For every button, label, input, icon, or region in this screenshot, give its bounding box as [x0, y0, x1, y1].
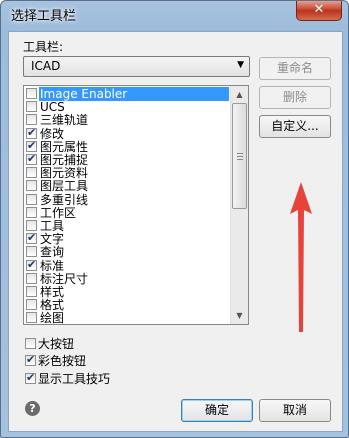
toolbar-checkbox[interactable] — [26, 193, 37, 205]
toolbar-checkbox[interactable] — [26, 272, 37, 284]
checkmark-icon: ✔ — [27, 231, 37, 245]
toolbar-checkbox[interactable] — [26, 206, 37, 218]
scroll-thumb[interactable] — [232, 103, 247, 209]
toolbar-name: 文字 — [40, 232, 65, 247]
toolbar-list-item[interactable]: 工作区 — [24, 206, 229, 220]
toolbar-name: 标准 — [40, 258, 65, 273]
toolbar-name: Image Enabler — [39, 87, 229, 101]
toolbar-list-item[interactable]: 标注尺寸 — [24, 272, 229, 286]
show-tooltips-checkbox[interactable]: ✔ — [25, 371, 36, 384]
toolbar-checkbox[interactable] — [26, 312, 37, 324]
toolbar-list-item[interactable]: 格式 — [24, 298, 229, 312]
close-icon: ✕ — [313, 2, 325, 17]
list-scrollbar[interactable]: ▲ ▼ — [230, 86, 248, 324]
toolbar-checkbox[interactable] — [26, 101, 37, 113]
toolbar-list-item[interactable]: 绘图 — [24, 311, 229, 325]
toolbar-list-item[interactable]: 样式 — [24, 285, 229, 299]
toolbar-list-item[interactable]: 图元资料 — [24, 166, 229, 180]
menu-group-value: ICAD — [31, 59, 61, 73]
color-buttons-checkbox[interactable]: ✔ — [25, 353, 36, 366]
toolbar-checkbox[interactable] — [26, 299, 37, 311]
show-tooltips-option[interactable]: ✔ 显示工具技巧 — [23, 371, 143, 386]
toolbar-list-item[interactable]: ✔ 标准 — [24, 257, 229, 273]
toolbar-name: 格式 — [40, 298, 65, 313]
checkmark-icon: ✔ — [26, 371, 36, 384]
cancel-button[interactable]: 取消 — [259, 399, 331, 422]
toolbar-list-item[interactable]: ✔ 图元捕捉 — [24, 152, 229, 167]
toolbar-list-item[interactable]: 图层工具 — [24, 179, 229, 193]
toolbar-checkbox[interactable] — [26, 286, 37, 297]
toolbar-name: UCS — [40, 100, 65, 115]
checkmark-icon: ✔ — [27, 257, 37, 271]
large-buttons-option[interactable]: 大按钮 — [23, 337, 143, 351]
toolbar-name: 三维轨道 — [40, 113, 89, 128]
toolbar-name: 图元捕捉 — [40, 153, 89, 167]
toolbar-checkbox[interactable] — [26, 114, 37, 126]
toolbar-name: 标注尺寸 — [40, 271, 89, 286]
close-button[interactable]: ✕ — [296, 1, 342, 21]
toolbar-list-item[interactable]: Image Enabler — [24, 87, 229, 101]
customize-button[interactable]: 自定义... — [259, 115, 331, 138]
toolbar-checkbox[interactable]: ✔ — [26, 231, 37, 245]
toolbar-list[interactable]: 绘图 格式 样式 标注尺寸 ✔ 标准 查询 ✔ 文字 工具 工作区 多重引线 图层工具 图元资料 ✔ 图元捕捉… — [23, 85, 249, 325]
ok-button[interactable]: 确定 — [181, 399, 253, 422]
help-icon[interactable]: ? — [25, 401, 40, 416]
toolbar-list-item[interactable]: 三维轨道 — [24, 113, 229, 127]
toolbar-list-item[interactable]: 多重引线 — [24, 193, 229, 207]
toolbar-checkbox[interactable]: ✔ — [26, 257, 37, 271]
checkmark-icon: ✔ — [27, 152, 37, 165]
color-buttons-option[interactable]: ✔ 彩色按钮 — [23, 353, 143, 368]
toolbar-name: 多重引线 — [40, 192, 89, 207]
toolbar-checkbox[interactable]: ✔ — [26, 125, 37, 139]
annotation-arrow-icon — [290, 182, 312, 332]
checkmark-icon: ✔ — [27, 125, 37, 139]
menu-group-dropdown[interactable]: ICAD ▼ — [23, 56, 250, 77]
toolbar-list-item[interactable]: 工具 — [24, 219, 229, 233]
toolbar-name: 图元资料 — [40, 166, 89, 181]
checkmark-icon: ✔ — [27, 138, 37, 152]
toolbar-name: 样式 — [40, 285, 65, 299]
dialog-body: 工具栏: ICAD ▼ 重命名 删除 自定义... 绘图 格式 样式 标注尺寸 ✔ 标准查… — [8, 31, 343, 432]
toolbar-name: 工具 — [40, 219, 65, 233]
toolbar-label: 工具栏: — [23, 40, 64, 54]
dialog-title: 选择工具栏 — [11, 9, 77, 24]
toolbar-list-item[interactable]: ✔ 修改 — [24, 125, 229, 141]
toolbar-checkbox[interactable] — [26, 246, 37, 258]
toolbar-name: 查询 — [40, 245, 65, 260]
toolbar-checkbox[interactable]: ✔ — [26, 152, 37, 165]
delete-button[interactable]: 删除 — [259, 86, 331, 109]
checkmark-icon: ✔ — [26, 353, 36, 366]
scroll-up-icon[interactable]: ▲ — [232, 87, 247, 102]
toolbar-list-item[interactable]: 查询 — [24, 245, 229, 259]
toolbar-checkbox[interactable] — [26, 220, 37, 231]
toolbar-list-item[interactable]: UCS — [24, 100, 229, 114]
scroll-down-icon[interactable]: ▼ — [232, 308, 247, 323]
toolbar-list-item[interactable]: ✔ 图元属性 — [24, 138, 229, 154]
toolbar-checkbox[interactable]: ✔ — [26, 138, 37, 152]
rename-button[interactable]: 重命名 — [259, 57, 331, 80]
toolbar-name: 图层工具 — [40, 179, 89, 194]
toolbar-checkbox[interactable] — [26, 167, 37, 179]
toolbar-name: 工作区 — [40, 205, 77, 220]
dropdown-arrow-icon: ▼ — [237, 60, 244, 70]
large-buttons-checkbox[interactable] — [25, 338, 36, 349]
toolbar-checkbox[interactable] — [26, 88, 37, 99]
toolbar-name: 修改 — [40, 126, 65, 141]
toolbar-checkbox[interactable] — [26, 180, 37, 192]
toolbar-list-item[interactable]: ✔ 文字 — [24, 231, 229, 247]
title-bar[interactable]: 选择工具栏 ✕ — [1, 1, 348, 25]
select-toolbar-dialog: 选择工具栏 ✕ 工具栏: ICAD ▼ 重命名 删除 自定义... 绘图 格式 样式… — [0, 0, 349, 438]
toolbar-name: 绘图 — [40, 311, 65, 325]
toolbar-name: 图元属性 — [40, 139, 89, 154]
